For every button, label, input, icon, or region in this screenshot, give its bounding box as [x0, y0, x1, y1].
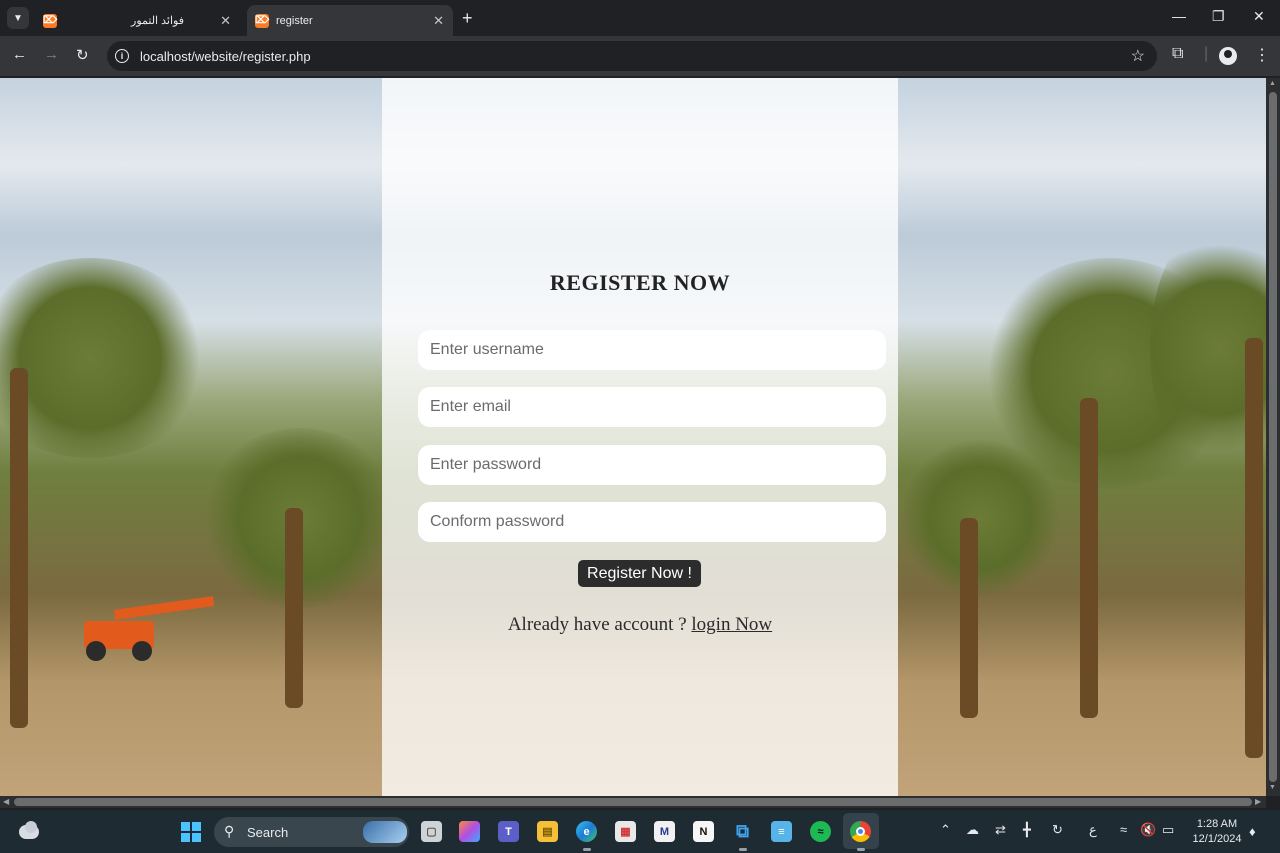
search-label: Search [247, 825, 289, 840]
url-text[interactable]: localhost/website/register.php [140, 49, 311, 64]
notepad-icon[interactable]: ≡ [771, 821, 792, 842]
close-window-icon[interactable]: ✕ [1253, 8, 1265, 25]
clock-date: 12/1/2024 [1192, 833, 1242, 845]
spotify-icon[interactable]: ≈ [810, 821, 831, 842]
search-icon: ⚲ [224, 823, 235, 839]
notion-icon[interactable]: N [693, 821, 714, 842]
mail-app-icon[interactable]: M [654, 821, 675, 842]
palm-tree-image [0, 258, 210, 728]
scroll-right-arrow-icon[interactable]: ▶ [1255, 797, 1261, 806]
address-bar[interactable]: i localhost/website/register.php ☆ [107, 41, 1157, 71]
bookmark-star-icon[interactable]: ☆ [1131, 46, 1145, 66]
browser-tab-strip: ▼ ⌦ فوائد التمور ✕ ⌦ register ✕ + — ❐ ✕ [0, 0, 1280, 36]
horizontal-scroll-thumb[interactable] [14, 798, 1252, 806]
login-prompt: Already have account ? login Now [382, 614, 898, 636]
register-form-panel: REGISTER NOW Register Now ! Already have… [382, 78, 898, 796]
tab-fawaed-altumoor[interactable]: ⌦ فوائد التمور ✕ [34, 5, 240, 36]
tab-register[interactable]: ⌦ register ✕ [247, 5, 453, 36]
clock-time: 1:28 AM [1196, 818, 1238, 830]
wifi-icon[interactable]: ≈ [1120, 822, 1127, 837]
notification-bell-icon[interactable]: ♦ [1249, 824, 1256, 839]
language-indicator[interactable]: ع [1089, 822, 1097, 838]
login-now-link[interactable]: login Now [691, 614, 772, 635]
volume-muted-icon[interactable]: 🔇 [1140, 822, 1156, 838]
file-explorer-icon[interactable]: ▤ [537, 821, 558, 842]
new-tab-button[interactable]: + [462, 8, 473, 28]
windows-taskbar: ⚲ Search ▢ T ▤ e ▦ M N ⧉ ≡ ≈ ⌃ ☁ ⇄ ╋ ↻ ع… [0, 810, 1280, 853]
profile-avatar-icon[interactable] [1219, 47, 1237, 65]
task-view-icon[interactable]: ▢ [421, 821, 442, 842]
taskbar-search-box[interactable]: ⚲ Search [214, 817, 409, 847]
password-field[interactable] [418, 445, 886, 485]
weather-cloud-icon[interactable] [19, 821, 39, 839]
tab-search-chevron-icon[interactable]: ▼ [7, 7, 29, 29]
teams-icon[interactable]: T [498, 821, 519, 842]
edge-icon[interactable]: e [576, 821, 597, 851]
tab-title: فوائد التمور [131, 15, 184, 27]
system-clock[interactable]: 1:28 AM 12/1/2024 [1186, 817, 1248, 847]
tray-overflow-chevron-icon[interactable]: ⌃ [940, 822, 951, 838]
minimize-icon[interactable]: — [1172, 8, 1186, 24]
scroll-down-arrow-icon[interactable]: ▼ [1269, 784, 1276, 791]
refresh-tray-icon[interactable]: ↻ [1052, 822, 1063, 838]
battery-icon[interactable]: ▭ [1162, 822, 1174, 838]
onedrive-cloud-icon[interactable]: ☁ [966, 822, 979, 838]
username-field[interactable] [418, 330, 886, 370]
vertical-scrollbar[interactable]: ▲ ▼ [1266, 78, 1280, 796]
search-highlight-mountain-icon [363, 821, 407, 843]
app-tray-icon[interactable]: ╋ [1023, 822, 1031, 838]
palm-tree-image [1150, 218, 1266, 758]
xampp-icon: ⌦ [42, 13, 58, 28]
email-field[interactable] [418, 387, 886, 427]
more-menu-icon[interactable]: ⋮ [1254, 45, 1270, 65]
page-title: REGISTER NOW [549, 270, 731, 295]
login-prompt-text: Already have account ? [507, 614, 687, 635]
extensions-icon[interactable]: ⧉ [1172, 45, 1183, 63]
close-tab-icon[interactable]: ✕ [433, 13, 444, 29]
palm-tree-image [900, 438, 1060, 718]
tab-title: register [276, 14, 313, 27]
vscode-icon[interactable]: ⧉ [732, 821, 753, 851]
forward-arrow-icon[interactable]: → [44, 46, 59, 63]
xampp-icon: ⌦ [254, 13, 270, 28]
chrome-icon[interactable] [850, 821, 871, 851]
restore-icon[interactable]: ❐ [1212, 8, 1225, 25]
windows-start-icon[interactable] [181, 822, 201, 842]
page-viewport: REGISTER NOW Register Now ! Already have… [0, 78, 1266, 796]
palm-tree-image [200, 428, 400, 708]
confirm-password-field[interactable] [418, 502, 886, 542]
orange-lift-vehicle-image [84, 596, 215, 661]
scroll-left-arrow-icon[interactable]: ◀ [3, 797, 9, 806]
back-arrow-icon[interactable]: ← [12, 46, 27, 63]
reload-icon[interactable]: ↻ [76, 46, 89, 64]
scroll-up-arrow-icon[interactable]: ▲ [1269, 80, 1276, 87]
copilot-icon[interactable] [459, 821, 480, 842]
horizontal-scrollbar[interactable]: ◀ ▶ [0, 796, 1266, 808]
close-tab-icon[interactable]: ✕ [220, 13, 231, 29]
sync-arrows-icon[interactable]: ⇄ [995, 822, 1006, 838]
register-now-button[interactable]: Register Now ! [578, 560, 701, 587]
vertical-scroll-thumb[interactable] [1269, 92, 1277, 782]
site-info-icon[interactable]: i [115, 49, 129, 63]
microsoft-store-icon[interactable]: ▦ [615, 821, 636, 842]
browser-toolbar: ← → ↻ i localhost/website/register.php ☆… [0, 36, 1280, 76]
toolbar-divider: | [1204, 45, 1209, 62]
